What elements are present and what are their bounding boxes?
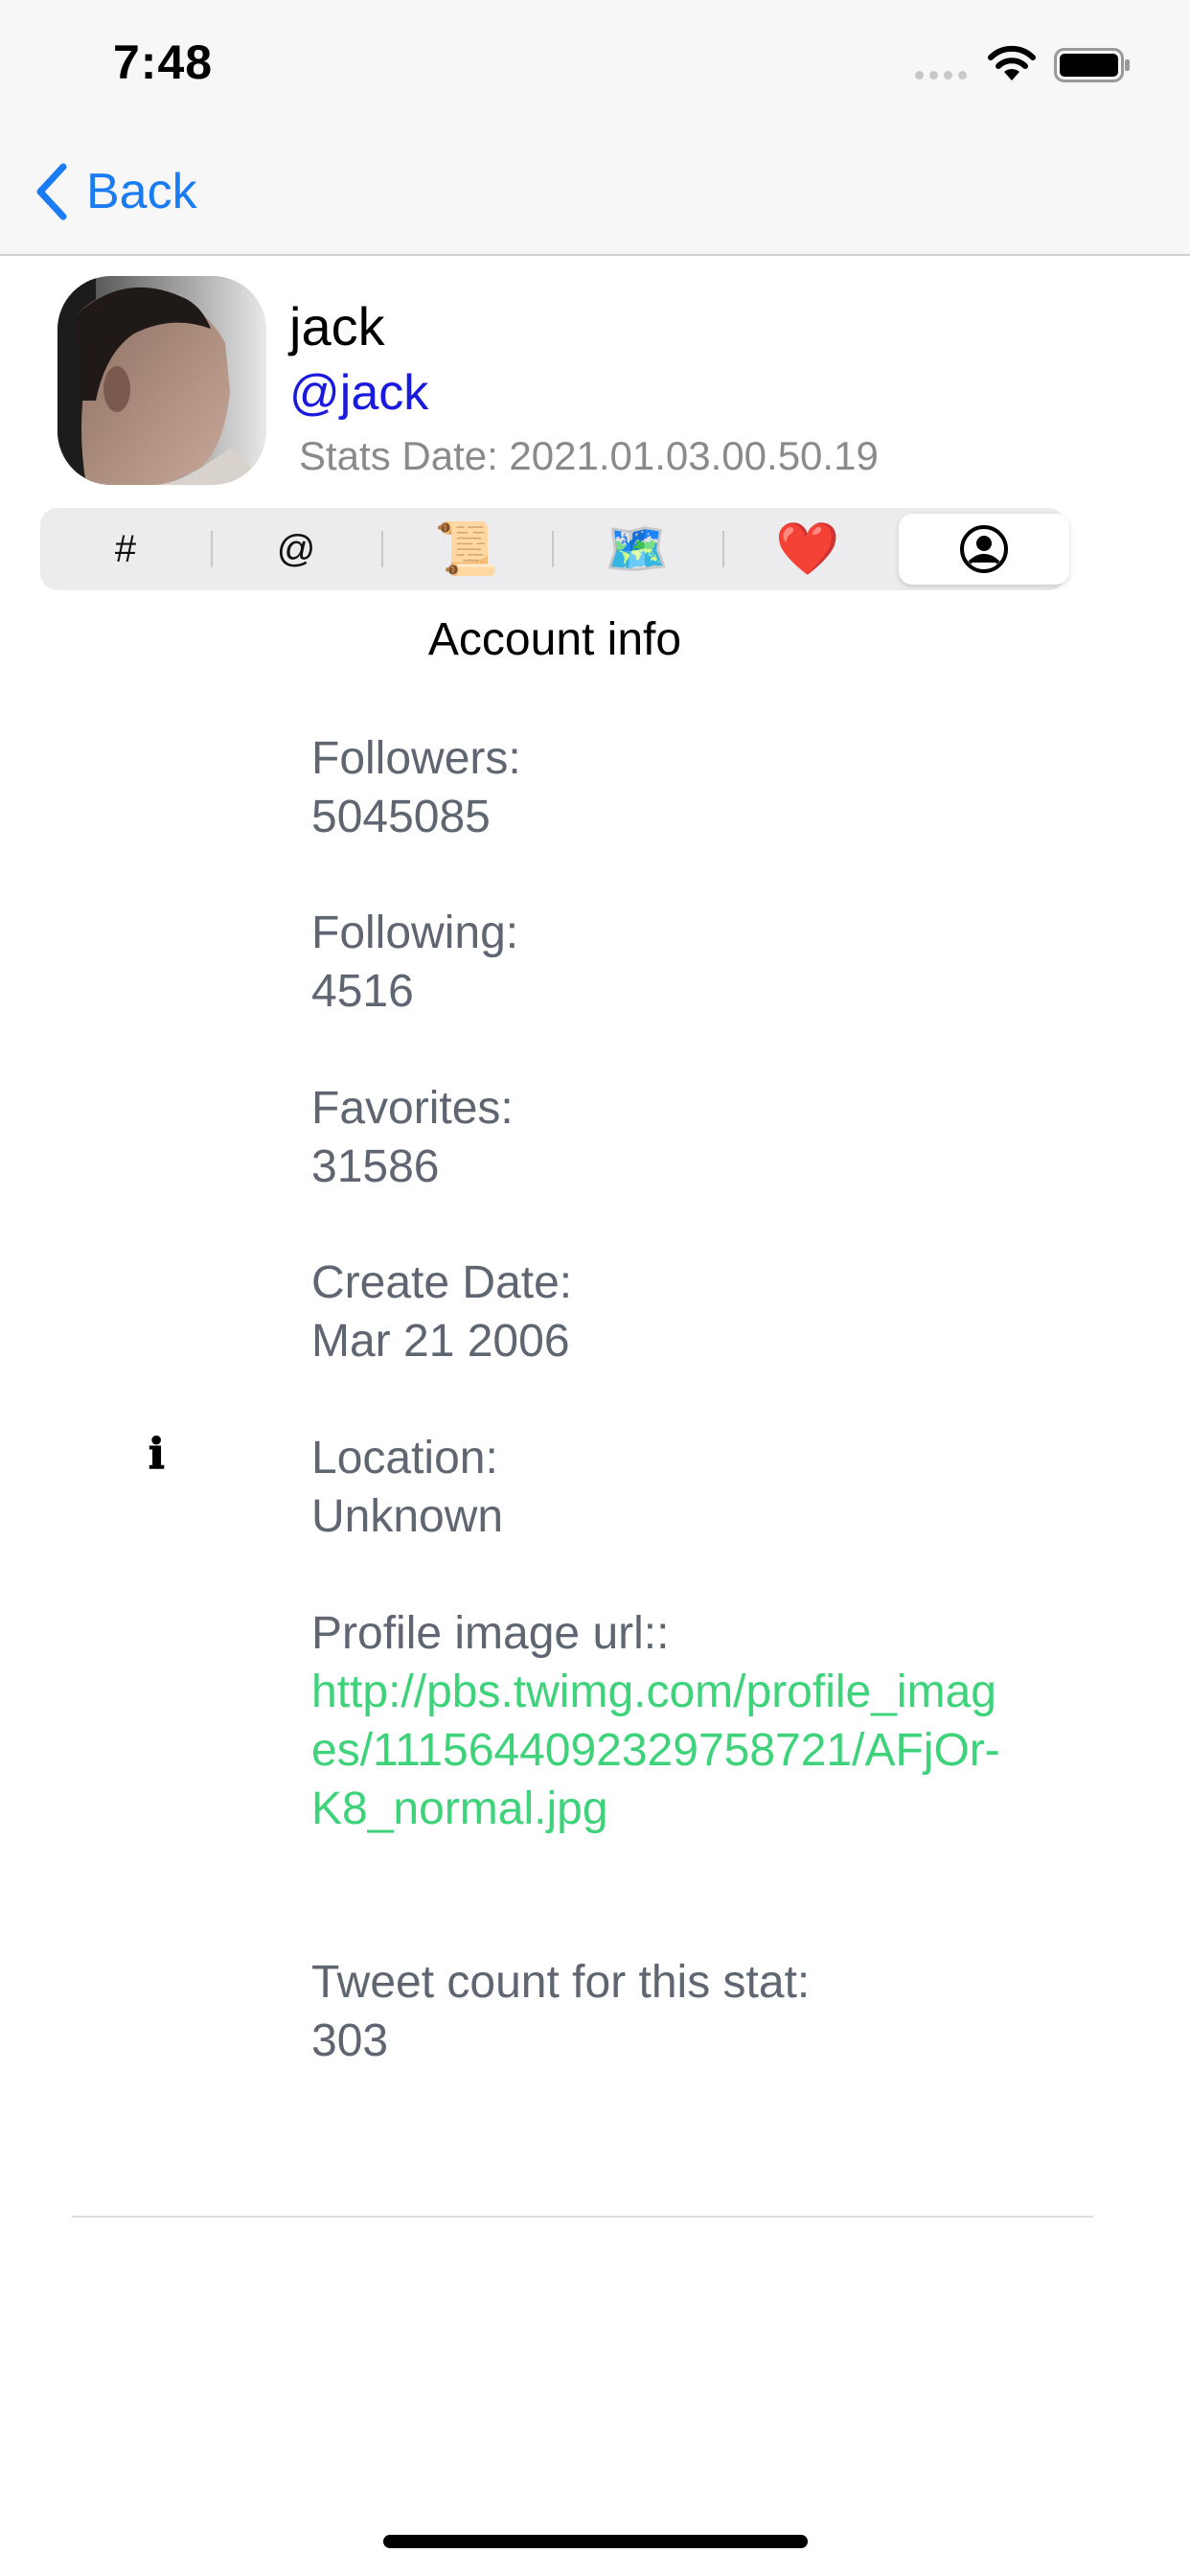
- person-circle-icon: [960, 525, 1008, 573]
- avatar: [57, 276, 266, 485]
- following-label: Following:: [311, 908, 519, 958]
- stats-tab-selector: # @ 📜 🗺️ ❤️: [40, 508, 1069, 590]
- profile-name: jack: [289, 296, 385, 356]
- wifi-icon: [988, 45, 1036, 80]
- profile-handle[interactable]: @jack: [289, 364, 428, 422]
- back-button[interactable]: Back: [34, 158, 197, 225]
- info-icon: ℹ: [149, 1430, 165, 1479]
- tab-mentions[interactable]: @: [211, 508, 381, 590]
- section-title: Account info: [427, 614, 682, 665]
- followers-label: Followers:: [311, 733, 521, 784]
- map-icon: 🗺️: [605, 519, 670, 578]
- tab-map[interactable]: 🗺️: [552, 508, 722, 590]
- status-time: 7:48: [113, 35, 214, 89]
- create-date-stat: Create Date: Mar 21 2006: [311, 1254, 1078, 1370]
- mention-icon: @: [276, 527, 316, 570]
- status-bar: 7:48: [0, 0, 1190, 129]
- location-stat: Location: Unknown: [311, 1429, 1078, 1546]
- profile-image-label: Profile image url::: [311, 1608, 670, 1659]
- followers-value: 5045085: [311, 792, 491, 842]
- battery-icon: [1054, 48, 1130, 82]
- create-date-value: Mar 21 2006: [311, 1316, 570, 1367]
- favorites-stat: Favorites: 31586: [311, 1079, 1078, 1196]
- back-label: Back: [86, 164, 197, 219]
- profile-image-stat: Profile image url:: http://pbs.twimg.com…: [311, 1604, 1078, 1838]
- home-indicator[interactable]: [383, 2535, 808, 2548]
- tweet-count-value: 303: [311, 2015, 389, 2066]
- tab-favorites[interactable]: ❤️: [722, 508, 893, 590]
- tweet-count-label: Tweet count for this stat:: [311, 1957, 811, 2008]
- location-label: Location:: [311, 1433, 498, 1484]
- favorites-label: Favorites:: [311, 1083, 514, 1134]
- followers-stat: Followers: 5045085: [311, 729, 1078, 846]
- profile-image-link[interactable]: http://pbs.twimg.com/profile_images/1115…: [311, 1663, 1001, 1838]
- stats-date: Stats Date: 2021.01.03.00.50.19: [299, 433, 879, 478]
- location-value: Unknown: [311, 1491, 504, 1542]
- following-value: 4516: [311, 966, 414, 1017]
- scroll-icon: 📜: [434, 519, 499, 578]
- hashtag-icon: #: [114, 527, 137, 570]
- tab-history[interactable]: 📜: [381, 508, 552, 590]
- chevron-left-icon: [36, 163, 67, 220]
- favorites-value: 31586: [311, 1141, 440, 1192]
- following-stat: Following: 4516: [311, 904, 1078, 1021]
- create-date-label: Create Date:: [311, 1257, 573, 1308]
- tab-hashtags[interactable]: #: [40, 508, 211, 590]
- heart-icon: ❤️: [775, 519, 840, 578]
- avatar-image: [57, 276, 266, 485]
- divider: [72, 2216, 1093, 2218]
- tab-account-info[interactable]: [899, 514, 1069, 585]
- navigation-bar: Back: [0, 129, 1190, 256]
- cellular-signal-icon: [915, 71, 967, 80]
- tweet-count-stat: Tweet count for this stat: 303: [311, 1953, 1078, 2070]
